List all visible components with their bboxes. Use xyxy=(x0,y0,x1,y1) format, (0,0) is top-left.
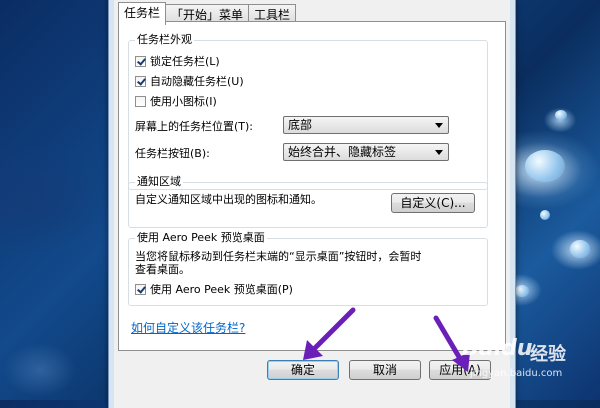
notification-area-group: 通知区域 自定义通知区域中出现的图标和通知。 自定义(C)... xyxy=(128,175,488,228)
lock-taskbar-checkbox[interactable] xyxy=(135,55,146,67)
small-icons-checkbox[interactable] xyxy=(135,95,146,107)
background-droplet xyxy=(555,110,567,120)
notification-desc-row: 自定义通知区域中出现的图标和通知。 xyxy=(135,191,322,207)
annotation-arrow-ok xyxy=(303,307,356,360)
aero-peek-checkbox-label: 使用 Aero Peek 预览桌面(P) xyxy=(150,283,293,296)
aero-peek-group: 使用 Aero Peek 预览桌面 当您将鼠标移动到任务栏末端的“显示桌面”按钮… xyxy=(128,231,488,306)
watermark-suffix: 经验 xyxy=(530,344,566,365)
buttons-row: 任务栏按钮(B): xyxy=(135,145,210,161)
watermark-brand: Baidu xyxy=(462,336,533,361)
appearance-group: 任务栏外观 锁定任务栏(L) 自动隐藏任务栏(U) 使用小图标(I) 屏幕上的任… xyxy=(128,33,488,190)
position-select-value: 底部 xyxy=(288,118,313,132)
watermark-url: jingyan.baidu.com xyxy=(470,368,563,379)
autohide-checkbox[interactable] xyxy=(135,75,146,87)
background-droplet xyxy=(515,285,529,297)
taskbar-buttons-label: 任务栏按钮(B): xyxy=(135,147,210,160)
background-droplet xyxy=(570,240,590,258)
notification-area-title: 通知区域 xyxy=(135,175,183,189)
background-droplet xyxy=(525,150,565,182)
background-droplet xyxy=(540,210,550,220)
aero-peek-title: 使用 Aero Peek 预览桌面 xyxy=(135,231,267,245)
autohide-option[interactable]: 自动隐藏任务栏(U) xyxy=(135,73,244,89)
aero-peek-desc-line2: 查看桌面。 xyxy=(135,263,190,276)
small-icons-option[interactable]: 使用小图标(I) xyxy=(135,93,217,109)
tab-strip: 任务栏 「开始」菜单 工具栏 xyxy=(118,2,297,25)
autohide-label: 自动隐藏任务栏(U) xyxy=(150,75,244,88)
taskbar-buttons-select-value: 始终合并、隐藏标签 xyxy=(288,145,397,159)
notification-area-desc: 自定义通知区域中出现的图标和通知。 xyxy=(135,193,322,206)
customize-button[interactable]: 自定义(C)... xyxy=(391,193,475,213)
aero-peek-desc-line2-row: 查看桌面。 xyxy=(135,261,190,277)
aero-peek-option[interactable]: 使用 Aero Peek 预览桌面(P) xyxy=(135,281,293,297)
position-row: 屏幕上的任务栏位置(T): xyxy=(135,118,253,134)
appearance-group-title: 任务栏外观 xyxy=(135,33,194,47)
position-select[interactable]: 底部 xyxy=(283,116,449,134)
lock-taskbar-option[interactable]: 锁定任务栏(L) xyxy=(135,53,220,69)
aero-peek-checkbox[interactable] xyxy=(135,283,146,295)
help-link[interactable]: 如何自定义该任务栏? xyxy=(131,319,245,336)
small-icons-label: 使用小图标(I) xyxy=(150,95,217,108)
chevron-down-icon xyxy=(435,150,443,155)
tab-taskbar[interactable]: 任务栏 xyxy=(118,2,167,25)
position-label: 屏幕上的任务栏位置(T): xyxy=(135,120,254,133)
chevron-down-icon xyxy=(435,123,443,128)
taskbar-buttons-select[interactable]: 始终合并、隐藏标签 xyxy=(283,143,449,161)
lock-taskbar-label: 锁定任务栏(L) xyxy=(150,55,220,68)
